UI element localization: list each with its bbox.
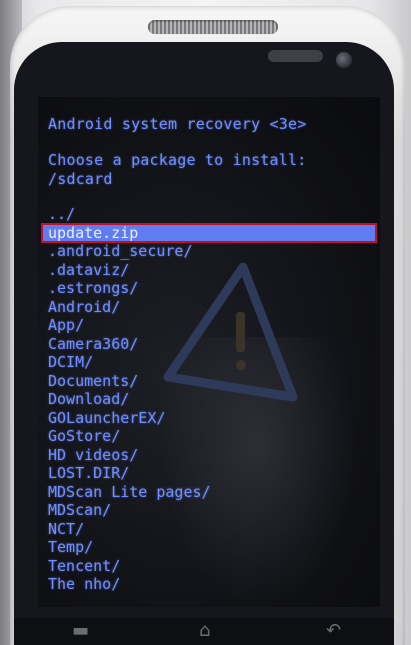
back-icon[interactable]: ↶ <box>326 622 341 640</box>
list-item[interactable]: .dataviz/ <box>38 261 380 280</box>
hardware-nav-bar: ▬ ⌂ ↶ <box>14 618 394 645</box>
speaker-grille <box>148 20 278 34</box>
list-item-update-zip[interactable]: update.zip <box>41 222 377 243</box>
list-item[interactable]: MDScan Lite pages/ <box>38 483 380 502</box>
home-icon[interactable]: ⌂ <box>199 622 210 640</box>
proximity-sensor <box>268 50 323 62</box>
current-directory: /sdcard <box>48 169 113 188</box>
list-item[interactable]: GoStore/ <box>38 427 380 446</box>
menu-icon[interactable]: ▬ <box>72 622 89 640</box>
list-item[interactable]: LOST.DIR/ <box>38 464 380 483</box>
recovery-screen: Android system recovery <3e> Choose a pa… <box>38 97 380 607</box>
list-item[interactable]: MDScan/ <box>38 501 380 520</box>
list-item[interactable]: Download/ <box>38 390 380 409</box>
list-item[interactable]: Documents/ <box>38 372 380 391</box>
recovery-title: Android system recovery <3e> <box>48 115 307 133</box>
list-item-parent-dir[interactable]: ../ <box>38 205 380 224</box>
list-item[interactable]: Temp/ <box>38 538 380 557</box>
list-item[interactable]: The nho/ <box>38 575 380 594</box>
list-item[interactable]: .android_secure/ <box>38 242 380 261</box>
list-item[interactable]: GOLauncherEX/ <box>38 409 380 428</box>
list-item[interactable]: App/ <box>38 316 380 335</box>
photo-frame: Android system recovery <3e> Choose a pa… <box>0 0 411 645</box>
sensor-cluster <box>268 44 358 74</box>
list-item[interactable]: Camera360/ <box>38 335 380 354</box>
list-item[interactable]: Android/ <box>38 298 380 317</box>
front-camera-icon <box>336 52 352 68</box>
list-item[interactable]: NCT/ <box>38 520 380 539</box>
list-item[interactable]: DCIM/ <box>38 353 380 372</box>
install-prompt-text: Choose a package to install: <box>48 151 307 169</box>
list-item[interactable]: HD videos/ <box>38 446 380 465</box>
list-item[interactable]: Tencent/ <box>38 557 380 576</box>
package-list: ../ update.zip .android_secure/ .dataviz… <box>38 205 380 594</box>
list-item[interactable]: .estrongs/ <box>38 279 380 298</box>
install-prompt: Choose a package to install: /sdcard <box>48 151 306 188</box>
